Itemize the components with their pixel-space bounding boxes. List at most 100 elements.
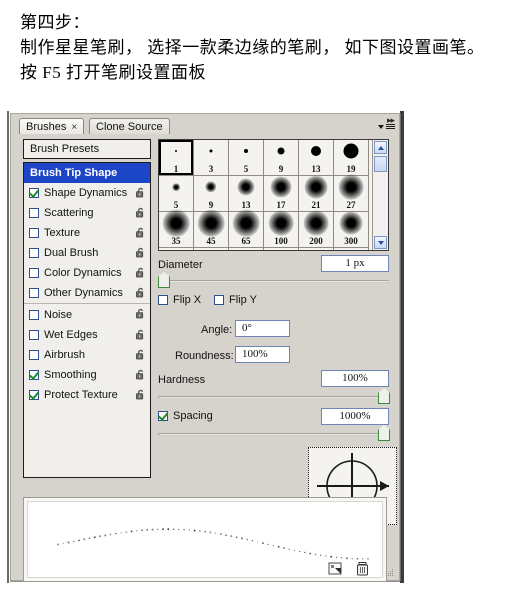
brush-tip-cell[interactable]: 13 [229, 176, 264, 212]
brush-option-airbrush[interactable]: Airbrush [24, 345, 150, 365]
lock-open-icon[interactable] [135, 227, 146, 238]
brush-tip-cell[interactable]: 27 [334, 176, 369, 212]
spacing-slider-knob[interactable] [378, 429, 390, 441]
brushes-panel: Brushes × Clone Source ▸▸ Brush Presets B… [10, 113, 400, 581]
hardness-input[interactable]: 100% [321, 370, 389, 387]
spacing-slider[interactable] [158, 429, 389, 439]
brush-tip-cell[interactable] [264, 248, 299, 251]
lock-open-icon[interactable] [135, 207, 146, 218]
spacing-row[interactable]: Spacing [158, 410, 213, 422]
panel-top-icons: ▸▸ [362, 115, 396, 135]
option-checkbox[interactable] [29, 208, 39, 218]
lock-open-icon[interactable] [135, 369, 146, 380]
brush-option-wet-edges[interactable]: Wet Edges [24, 325, 150, 345]
lock-open-icon[interactable] [135, 349, 146, 360]
brush-tip-cell[interactable]: 19 [334, 140, 369, 176]
option-checkbox[interactable] [29, 370, 39, 380]
tab-clone-source[interactable]: Clone Source [89, 118, 170, 135]
spacing-checkbox[interactable] [158, 411, 168, 421]
brush-tip-cell[interactable]: 5 [229, 140, 264, 176]
spacing-input[interactable]: 1000% [321, 408, 389, 425]
brush-tip-cell[interactable]: 200 [299, 212, 334, 248]
brush-option-noise[interactable]: Noise [24, 303, 150, 325]
brush-tip-cell[interactable] [299, 248, 334, 251]
brush-tip-cell[interactable]: 45 [194, 212, 229, 248]
instruction-line-3: 按 F5 打开笔刷设置面板 [20, 60, 498, 85]
brush-tip-cell[interactable]: 9 [194, 176, 229, 212]
panel-menu-icon[interactable] [378, 124, 395, 129]
option-checkbox[interactable] [29, 390, 39, 400]
option-checkbox[interactable] [29, 310, 39, 320]
brush-tip-cell[interactable]: 3 [194, 140, 229, 176]
option-checkbox[interactable] [29, 248, 39, 258]
brush-tip-cell[interactable]: 5 [159, 176, 194, 212]
angle-input[interactable]: 0° [235, 320, 290, 337]
diameter-slider[interactable] [158, 276, 389, 286]
brush-option-other-dynamics[interactable]: Other Dynamics [24, 283, 150, 303]
flip-x-checkbox[interactable] [158, 295, 168, 305]
brush-option-shape-dynamics[interactable]: Shape Dynamics [24, 183, 150, 203]
brush-option-smoothing[interactable]: Smoothing [24, 365, 150, 385]
brush-tip-cell[interactable]: 21 [299, 176, 334, 212]
tab-brushes[interactable]: Brushes × [19, 118, 84, 135]
brush-option-texture[interactable]: Texture [24, 223, 150, 243]
brush-tip-cell[interactable]: 1 [159, 140, 194, 176]
brush-tip-size: 27 [334, 200, 368, 210]
brush-option-dual-brush[interactable]: Dual Brush [24, 243, 150, 263]
brush-tip-cell[interactable]: 300 [334, 212, 369, 248]
option-checkbox[interactable] [29, 228, 39, 238]
option-checkbox[interactable] [29, 288, 39, 298]
lock-open-icon[interactable] [135, 267, 146, 278]
brush-tip-dot [205, 181, 216, 192]
lock-open-icon[interactable] [135, 329, 146, 340]
flip-y-row[interactable]: Flip Y [214, 294, 257, 306]
scroll-down-button[interactable] [374, 236, 387, 249]
trash-icon[interactable] [356, 562, 371, 576]
brush-option-color-dynamics[interactable]: Color Dynamics [24, 263, 150, 283]
roundness-input[interactable]: 100% [235, 346, 290, 363]
brush-tip-cell[interactable] [159, 248, 194, 251]
lock-open-icon[interactable] [135, 389, 146, 400]
diameter-slider-knob[interactable] [158, 276, 170, 288]
flip-y-checkbox[interactable] [214, 295, 224, 305]
lock-open-icon[interactable] [135, 187, 146, 198]
lock-open-icon[interactable] [135, 308, 146, 319]
brush-tip-cell[interactable] [229, 248, 264, 251]
lock-open-icon[interactable] [135, 247, 146, 258]
hardness-slider-knob[interactable] [378, 392, 390, 404]
brush-tip-cell[interactable]: 100 [264, 212, 299, 248]
lock-open-icon[interactable] [135, 287, 146, 298]
brush-options-list[interactable]: Brush Tip Shape Shape Dynamics Scattering T… [23, 162, 151, 478]
new-brush-icon[interactable] [328, 562, 343, 576]
scrollbar-thumb[interactable] [374, 156, 387, 172]
brush-tip-size: 13 [299, 164, 333, 174]
diameter-input[interactable]: 1 px [321, 255, 389, 272]
brush-tip-cell[interactable] [194, 248, 229, 251]
brush-tip-size: 13 [229, 200, 263, 210]
option-checkbox[interactable] [29, 268, 39, 278]
scroll-up-button[interactable] [374, 141, 387, 154]
hardness-slider[interactable] [158, 392, 389, 402]
brush-grid-scrollbar[interactable] [372, 140, 388, 250]
brush-tip-cell[interactable]: 65 [229, 212, 264, 248]
brush-tip-cell[interactable] [334, 248, 369, 251]
option-checkbox[interactable] [29, 350, 39, 360]
spacing-label: Spacing [173, 410, 213, 422]
option-checkbox[interactable] [29, 188, 39, 198]
brush-tip-grid[interactable]: 1 3 5 9 13 19 5 9 13 17 21 27 35 45 65 100 200 300 [158, 139, 389, 251]
brush-option-scattering[interactable]: Scattering [24, 203, 150, 223]
brush-tip-cell[interactable]: 9 [264, 140, 299, 176]
scatter-brush-icon [198, 250, 224, 251]
flip-x-row[interactable]: Flip X [158, 294, 201, 306]
hardness-slider-track [158, 396, 389, 399]
option-checkbox[interactable] [29, 330, 39, 340]
brush-option-protect-texture[interactable]: Protect Texture [24, 385, 150, 405]
brush-tip-cell[interactable]: 17 [264, 176, 299, 212]
brush-tip-cell[interactable]: 13 [299, 140, 334, 176]
brush-option-brush-tip-shape[interactable]: Brush Tip Shape [24, 163, 150, 183]
option-label: Noise [44, 309, 72, 321]
brush-tip-cell[interactable]: 35 [159, 212, 194, 248]
brush-presets-button[interactable]: Brush Presets [23, 139, 151, 159]
panel-left-edge [7, 111, 9, 583]
resize-grip[interactable] [385, 568, 394, 577]
